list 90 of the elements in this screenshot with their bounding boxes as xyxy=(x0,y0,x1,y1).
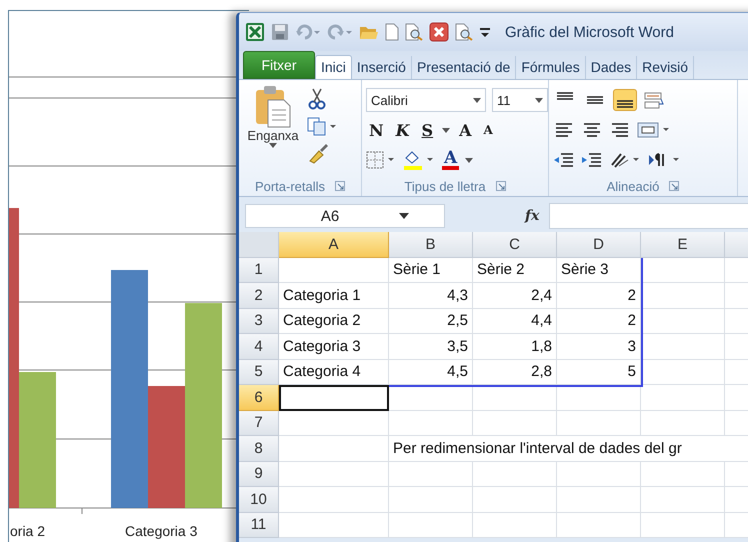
table-cell: 4,5 xyxy=(389,360,473,385)
table-cell: 3,5 xyxy=(389,334,473,360)
grow-font-button[interactable]: A xyxy=(456,120,475,140)
group-label: Porta-retalls xyxy=(254,178,326,194)
row-header[interactable]: 10 xyxy=(239,487,279,512)
table-cell: 2,4 xyxy=(473,283,557,308)
row-header[interactable]: 8 xyxy=(239,436,279,462)
row-header[interactable]: 3 xyxy=(239,308,279,334)
save-icon[interactable] xyxy=(271,23,289,41)
font-color-button[interactable]: A xyxy=(442,150,460,170)
dialog-launcher-icon[interactable] xyxy=(669,181,680,191)
align-icon[interactable] xyxy=(609,120,631,140)
ribbon-tab[interactable]: Inici xyxy=(315,55,352,79)
formula-input[interactable] xyxy=(549,203,748,229)
table-cell: Categoria 2 xyxy=(279,308,389,334)
row-header[interactable]: 5 xyxy=(239,360,279,385)
merge-cells-icon[interactable] xyxy=(637,120,671,140)
dialog-launcher-icon[interactable] xyxy=(335,181,346,191)
fill-color-icon[interactable] xyxy=(402,150,436,170)
font-dropdown[interactable]: Calibri xyxy=(366,88,486,112)
row-header[interactable]: 1 xyxy=(239,258,279,283)
underline-button[interactable]: S xyxy=(418,120,436,140)
table-cell: Sèrie 2 xyxy=(473,258,557,283)
spreadsheet-app-icon[interactable] xyxy=(245,22,265,42)
border-icon[interactable] xyxy=(366,151,396,169)
row-header[interactable]: 11 xyxy=(239,512,279,538)
active-cell[interactable] xyxy=(279,385,389,410)
row-header[interactable]: 9 xyxy=(239,462,279,487)
table-cell: 2 xyxy=(557,308,641,334)
axis-label: oria 2 xyxy=(10,523,46,539)
group-label: Alineació xyxy=(606,178,660,194)
window-title: Gràfic del Microsoft Word xyxy=(505,24,674,40)
file-tab[interactable]: Fitxer xyxy=(243,51,315,79)
table-cell: 3 xyxy=(557,334,641,360)
column-header[interactable]: C xyxy=(473,232,557,258)
align-icon xyxy=(587,96,603,104)
column-header[interactable]: D xyxy=(557,232,641,258)
row-header[interactable]: 4 xyxy=(239,334,279,360)
column-header[interactable]: E xyxy=(641,232,725,258)
print-preview-icon[interactable] xyxy=(455,23,473,41)
table-cell: Sèrie 3 xyxy=(557,258,641,283)
insert-function-button[interactable]: fx xyxy=(519,208,546,224)
clipboard-icon xyxy=(254,84,292,128)
align-icon[interactable] xyxy=(581,120,603,140)
shrink-font-button[interactable]: A xyxy=(480,123,496,137)
table-cell: Categoria 4 xyxy=(279,360,389,385)
table-cell: 4,3 xyxy=(389,283,473,308)
caret-icon xyxy=(473,98,481,102)
table-cell: 2,5 xyxy=(389,308,473,334)
align-icon xyxy=(557,92,573,100)
group-label: Tipus de lletra xyxy=(404,178,486,194)
bold-button[interactable]: N xyxy=(366,120,387,140)
caret-icon[interactable] xyxy=(442,128,450,132)
caret-icon xyxy=(269,143,277,149)
caret-icon xyxy=(399,213,410,219)
customize-toolbar-icon[interactable] xyxy=(479,25,491,39)
wrap-text-icon[interactable] xyxy=(643,90,665,110)
axis-label: Categoria 3 xyxy=(125,523,198,539)
table-cell: Sèrie 1 xyxy=(389,258,473,283)
table-cell: 1,8 xyxy=(473,334,557,360)
align-icon[interactable] xyxy=(553,120,575,140)
brush-icon[interactable] xyxy=(307,142,329,164)
row-header[interactable]: 6 xyxy=(239,385,279,410)
close-icon[interactable] xyxy=(429,22,449,42)
caret-icon[interactable] xyxy=(465,158,474,162)
decrease-indent-icon[interactable] xyxy=(553,150,575,170)
row-header[interactable]: 7 xyxy=(239,410,279,436)
font-size-dropdown[interactable]: 11 xyxy=(492,88,548,112)
paste-button[interactable]: Enganxa xyxy=(243,84,303,176)
column-header[interactable]: A xyxy=(279,232,389,258)
print-preview-icon[interactable] xyxy=(405,23,423,41)
table-cell: 4,4 xyxy=(473,308,557,334)
table-cell: Categoria 3 xyxy=(279,334,389,360)
copy-icon[interactable] xyxy=(307,116,337,136)
table-cell: 2 xyxy=(557,283,641,308)
new-document-icon[interactable] xyxy=(385,23,399,41)
italic-button[interactable]: K xyxy=(392,120,413,140)
dialog-launcher-icon[interactable] xyxy=(496,181,506,191)
align-icon xyxy=(617,100,633,108)
increase-indent-icon[interactable] xyxy=(581,150,603,170)
table-cell: 2,8 xyxy=(473,360,557,385)
align-button[interactable] xyxy=(613,89,637,111)
caret-icon xyxy=(535,98,543,102)
name-box[interactable]: A6 xyxy=(245,204,445,228)
scissors-icon[interactable] xyxy=(307,88,327,110)
table-cell: Categoria 1 xyxy=(279,283,389,308)
table-cell: Per redimensionar l'interval de dades del gr xyxy=(389,436,748,462)
row-header[interactable]: 2 xyxy=(239,283,279,308)
column-header[interactable]: B xyxy=(389,232,473,258)
table-cell: 5 xyxy=(557,360,641,385)
